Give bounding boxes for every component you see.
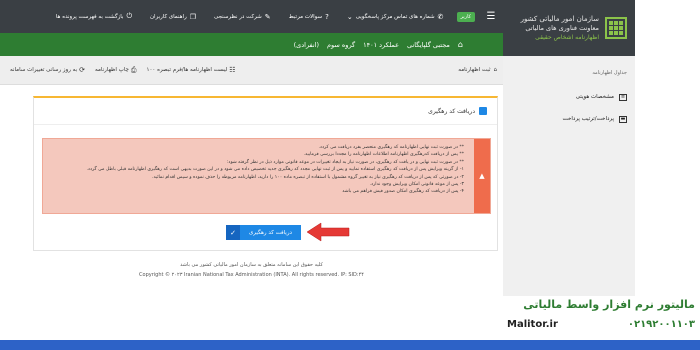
survey-link[interactable]: ✎ شرکت در نظرسنجی (214, 13, 271, 21)
alert-line: ۴- پس از دریافت کد رهگیری امکان صدور فیش… (342, 189, 464, 195)
sidebar-item-label: پرداخت/ترتیب پرداخت (562, 116, 614, 122)
id-card-icon: ≡ (619, 93, 627, 101)
malitor-title: مالیتور نرم افزار واسط مالیاتی (523, 298, 695, 311)
taxpayer-header: ⌂ مجتبی گلپایگانی عملکرد ۱۴۰۱ گروه سوم (… (0, 33, 503, 56)
alert-line: ۲- در صورتی که پس از دریافت کد رهگیری نی… (152, 174, 464, 180)
alert-line: ۱- از گزینه ویرایش پس از دریافت کد رهگیر… (86, 167, 464, 173)
user-guide-label: راهنمای کاربران (150, 13, 187, 20)
refresh-icon: ⟳ (79, 66, 86, 74)
get-tracking-code-label: دریافت کد رهگیری (240, 225, 301, 240)
sidebar-item-identity[interactable]: مشخصات هویتی ≡ (503, 86, 635, 108)
performance-year: عملکرد ۱۴۰۱ (363, 40, 400, 49)
check-square-icon (479, 107, 487, 115)
page: ☰ کاربر ✆ شماره های تماس مرکز پاسخگویی ⌄… (0, 0, 700, 350)
sidebar-item-payment[interactable]: پرداخت/ترتیب پرداخت ▬ (503, 108, 635, 130)
divider (34, 124, 497, 125)
support-phones-label: شماره های تماس مرکز پاسخگویی (355, 13, 435, 20)
brand-line-1: سازمان امور مالیاتی کشور (520, 14, 599, 23)
home-icon: ⌂ (493, 67, 498, 73)
print-icon: ⎙ (130, 65, 137, 74)
card-title: دریافت کد رهگیری (428, 107, 487, 115)
get-tracking-code-button[interactable]: ✓ دریافت کد رهگیری (226, 225, 301, 240)
declarations-list-button[interactable]: ☷ لیست اظهارنامه ها/فرم تبصره ۱۰۰ (147, 66, 236, 74)
brand-panel: سازمان امور مالیاتی کشور معاونت فناوری ه… (503, 0, 635, 56)
footer-copyright: Copyright © ۲۰۲۳ Iranian National Tax Ad… (139, 272, 364, 278)
footer: کلیه حقوق این سامانه متعلق به سازمان امو… (0, 262, 503, 278)
print-declaration-label: چاپ اظهارنامه (95, 67, 129, 73)
toolbar: ⌂ ثبت اظهارنامه ☷ لیست اظهارنامه ها/فرم … (0, 56, 503, 85)
declaration-type: (انفرادی) (293, 40, 319, 49)
brand-line-2: معاونت فناوری های مالیاتی (525, 23, 599, 32)
sidebar: جداول اظهارنامه مشخصات هویتی ≡ پرداخت/تر… (503, 56, 635, 296)
malitor-site: Malitor.ir (507, 319, 558, 330)
tax-logo-icon (605, 17, 627, 39)
system-update-button[interactable]: ⟳ به روز رسانی تغییرات سامانه (10, 66, 85, 74)
bottom-band (0, 340, 700, 350)
brand-line-3: اظهارنامه اشخاص حقیقی (535, 33, 599, 41)
guide-icon: ❐ (189, 12, 197, 21)
back-to-files-link[interactable]: ⏻ بازگشت به فهرست پرونده ها (56, 12, 132, 21)
sidebar-caption: جداول اظهارنامه (592, 70, 627, 76)
alert-text: ** در صورت ثبت نهایی اظهارنامه کد رهگیری… (64, 144, 464, 196)
survey-label: شرکت در نظرسنجی (214, 13, 262, 20)
alert-line: ** پس از دریافت کدرهگیری اظهارنامه اطلاع… (303, 152, 464, 158)
malitor-watermark: مالیتور نرم افزار واسط مالیاتی Malitor.i… (505, 298, 695, 338)
faq-label: سوالات مرتبط (288, 13, 323, 20)
warning-alert: ▲ ** در صورت ثبت نهایی اظهارنامه کد رهگی… (42, 138, 491, 214)
malitor-phone: ۰۲۱۹۲۰۰۱۱۰۳ (627, 319, 695, 330)
menu-icon[interactable]: ☰ (479, 0, 503, 33)
back-to-files-label: بازگشت به فهرست پرونده ها (55, 13, 124, 20)
check-icon: ✓ (226, 225, 240, 240)
declarations-list-label: لیست اظهارنامه ها/فرم تبصره ۱۰۰ (146, 67, 228, 73)
chevron-down-icon: ⌄ (346, 12, 353, 21)
card-title-text: دریافت کد رهگیری (428, 107, 475, 115)
question-icon: ? (325, 12, 329, 21)
breadcrumb[interactable]: ⌂ ثبت اظهارنامه (458, 67, 497, 73)
sidebar-item-label: مشخصات هویتی (575, 94, 614, 100)
card-icon: ▬ (619, 115, 627, 123)
user-guide-link[interactable]: ❐ راهنمای کاربران (150, 13, 196, 21)
alert-line: ** در صورت ثبت نهایی و در یافت کد رهگیری… (226, 159, 464, 165)
tracking-code-card: دریافت کد رهگیری ▲ ** در صورت ثبت نهایی … (33, 96, 498, 251)
alert-line: ** در صورت ثبت نهایی اظهارنامه کد رهگیری… (318, 145, 464, 150)
print-declaration-button[interactable]: ⎙ چاپ اظهارنامه (95, 66, 137, 75)
faq-link[interactable]: ? سوالات مرتبط (289, 13, 329, 21)
taxpayer-name: مجتبی گلپایگانی (407, 40, 450, 49)
system-update-label: به روز رسانی تغییرات سامانه (10, 67, 78, 73)
back-icon: ⏻ (126, 12, 132, 20)
breadcrumb-label: ثبت اظهارنامه (458, 67, 491, 73)
top-bar: ☰ کاربر ✆ شماره های تماس مرکز پاسخگویی ⌄… (0, 0, 503, 33)
support-phones-link[interactable]: ✆ شماره های تماس مرکز پاسخگویی ⌄ (347, 13, 444, 21)
red-arrow-icon (306, 222, 350, 242)
footer-rights: کلیه حقوق این سامانه متعلق به سازمان امو… (180, 262, 323, 268)
edit-icon: ✎ (264, 12, 271, 21)
phone-icon: ✆ (437, 12, 444, 21)
taxpayer-group: گروه سوم (327, 40, 356, 49)
home-icon: ⌂ (457, 40, 463, 49)
warning-icon: ▲ (474, 139, 490, 213)
list-icon: ☷ (229, 66, 236, 74)
user-badge: کاربر (456, 11, 475, 22)
alert-line: ۳- پس از موعد قانونی امکان ویرایش وجود ن… (369, 182, 464, 188)
